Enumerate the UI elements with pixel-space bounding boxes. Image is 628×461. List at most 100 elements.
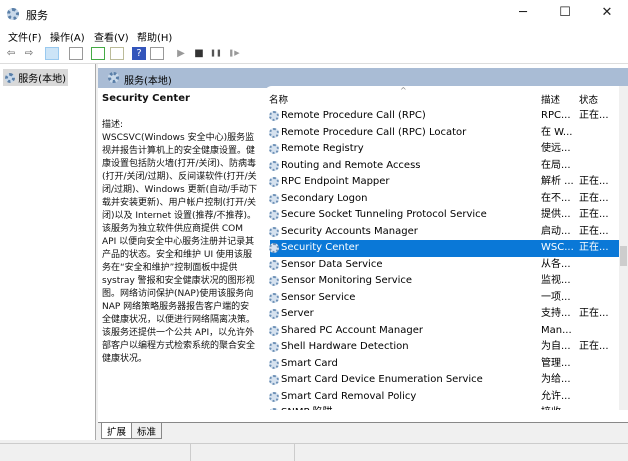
service-description: WSC...	[541, 242, 574, 253]
service-row[interactable]: Security Accounts Manager 启动... 正在...	[264, 224, 619, 241]
service-description: 为给...	[541, 374, 571, 385]
menu-view[interactable]: 查看(V)	[94, 29, 129, 44]
menu-help[interactable]: 帮助(H)	[137, 29, 172, 44]
pause-service-button[interactable]: ❚❚	[209, 47, 223, 60]
start-service-button[interactable]: ▶	[174, 47, 188, 60]
service-row[interactable]: Sensor Data Service 从各...	[264, 257, 619, 274]
service-gear-icon	[269, 309, 279, 319]
stop-service-button[interactable]: ■	[192, 47, 206, 60]
show-hide-console-tree-button[interactable]	[45, 47, 59, 60]
column-header-status[interactable]: 状态	[579, 92, 598, 106]
service-description: 为自...	[541, 341, 571, 352]
service-status: 正在...	[579, 209, 609, 220]
service-row[interactable]: RPC Endpoint Mapper 解析 ... 正在...	[264, 174, 619, 191]
description-pane: Security Center 描述: WSCSVC(Windows 安全中心)…	[102, 92, 258, 366]
show-action-pane-button[interactable]	[150, 47, 164, 60]
vertical-scrollbar[interactable]	[619, 86, 628, 410]
back-button[interactable]: ⇦	[4, 47, 18, 60]
service-row[interactable]: Server 支持... 正在...	[264, 306, 619, 323]
service-row[interactable]: Smart Card 管理...	[264, 356, 619, 373]
console-tree: 服务(本地)	[0, 64, 96, 440]
title-bar: 服务 ─ ☐ ✕	[0, 0, 628, 28]
service-description: 支持...	[541, 308, 571, 319]
panel-title: 服务(本地)	[124, 76, 172, 87]
service-name: RPC Endpoint Mapper	[281, 176, 390, 187]
menu-file[interactable]: 文件(F)	[8, 29, 42, 44]
menu-bar: 文件(F) 操作(A) 查看(V) 帮助(H)	[0, 28, 628, 44]
column-header-description[interactable]: 描述	[541, 92, 560, 106]
service-row[interactable]: Remote Procedure Call (RPC) RPC... 正在...	[264, 108, 619, 125]
service-description: 使远...	[541, 143, 571, 154]
status-divider	[294, 444, 295, 461]
services-list: 名称 ^ 描述 状态 Remote Procedure Call (RPC) RP…	[264, 86, 628, 410]
export-list-button[interactable]	[110, 47, 124, 60]
tab-standard[interactable]: 标准	[131, 423, 163, 439]
service-gear-icon	[269, 325, 279, 336]
close-button[interactable]: ✕	[586, 0, 628, 28]
service-row[interactable]: Security Center WSC... 正在...	[269, 240, 619, 257]
service-name: Remote Procedure Call (RPC)	[281, 110, 426, 121]
panel-header: 服务(本地)	[98, 68, 628, 88]
vertical-scroll-thumb[interactable]	[620, 246, 627, 266]
service-description: 提供...	[541, 209, 571, 220]
description-text: WSCSVC(Windows 安全中心)服务监视并报告计算机上的安全健康设置。健…	[102, 133, 258, 364]
service-description: 在局...	[541, 159, 571, 171]
service-row[interactable]: Smart Card Device Enumeration Service 为给.…	[264, 372, 619, 389]
column-header-name[interactable]: 名称	[269, 92, 288, 106]
service-gear-icon	[269, 226, 279, 237]
service-row[interactable]: Routing and Remote Access 在局...	[264, 158, 619, 175]
service-description: 允许...	[541, 390, 571, 402]
service-name: Routing and Remote Access	[281, 159, 421, 171]
service-row[interactable]: Secure Socket Tunneling Protocol Service…	[264, 207, 619, 224]
service-row[interactable]: Sensor Monitoring Service 监视...	[264, 273, 619, 290]
service-name: Sensor Service	[281, 291, 356, 303]
service-description: 一项...	[541, 291, 571, 303]
service-name: Sensor Monitoring Service	[281, 275, 413, 286]
service-row[interactable]: Remote Procedure Call (RPC) Locator 在 W..…	[264, 125, 619, 142]
service-row[interactable]: Sensor Service 一项...	[264, 290, 619, 307]
toolbar: ⇦ ⇨ ? ▶ ■ ❚❚ ❚▶	[0, 44, 628, 64]
service-name: Smart Card Removal Policy	[281, 390, 417, 402]
service-name: Security Accounts Manager	[281, 225, 418, 237]
window-title: 服务	[26, 9, 48, 22]
service-gear-icon	[269, 144, 279, 154]
service-description: 从各...	[541, 258, 571, 270]
service-name: Smart Card	[281, 357, 338, 369]
maximize-button[interactable]: ☐	[544, 0, 586, 28]
service-name: Security Center	[281, 242, 359, 253]
service-gear-icon	[269, 358, 279, 369]
service-name: Server	[281, 308, 314, 319]
service-gear-icon	[269, 177, 279, 187]
service-row[interactable]: Shared PC Account Manager Man...	[264, 323, 619, 340]
service-description: 在不...	[541, 192, 571, 204]
tab-extended[interactable]: 扩展	[101, 423, 133, 439]
service-description: 解析 ...	[541, 176, 574, 187]
status-divider	[190, 444, 191, 461]
refresh-button[interactable]	[91, 47, 105, 60]
service-name: Secondary Logon	[281, 192, 368, 204]
service-row[interactable]: Secondary Logon 在不... 正在...	[264, 191, 619, 208]
menu-action[interactable]: 操作(A)	[50, 29, 85, 44]
service-description: 启动...	[541, 225, 571, 237]
service-gear-icon	[269, 375, 279, 385]
service-gear-icon	[269, 292, 279, 303]
restart-service-button[interactable]: ❚▶	[227, 47, 241, 60]
service-row[interactable]: Remote Registry 使远...	[264, 141, 619, 158]
properties-button[interactable]	[69, 47, 83, 60]
minimize-button[interactable]: ─	[502, 0, 544, 28]
service-row[interactable]: Shell Hardware Detection 为自... 正在...	[264, 339, 619, 356]
service-gear-icon	[269, 193, 279, 204]
selected-service-name: Security Center	[102, 93, 190, 104]
service-description: 在 W...	[541, 126, 573, 138]
help-button[interactable]: ?	[132, 47, 146, 60]
service-name: Remote Registry	[281, 143, 364, 154]
service-gear-icon	[269, 111, 279, 121]
service-row[interactable]: Smart Card Removal Policy 允许...	[264, 389, 619, 406]
service-name: Smart Card Device Enumeration Service	[281, 374, 483, 385]
description-label: 描述:	[102, 120, 124, 130]
tree-node-services-local[interactable]: 服务(本地)	[3, 69, 68, 86]
service-status: 正在...	[579, 308, 609, 319]
forward-button[interactable]: ⇨	[22, 47, 36, 60]
service-status: 正在...	[579, 341, 609, 352]
service-description: 管理...	[541, 357, 571, 369]
